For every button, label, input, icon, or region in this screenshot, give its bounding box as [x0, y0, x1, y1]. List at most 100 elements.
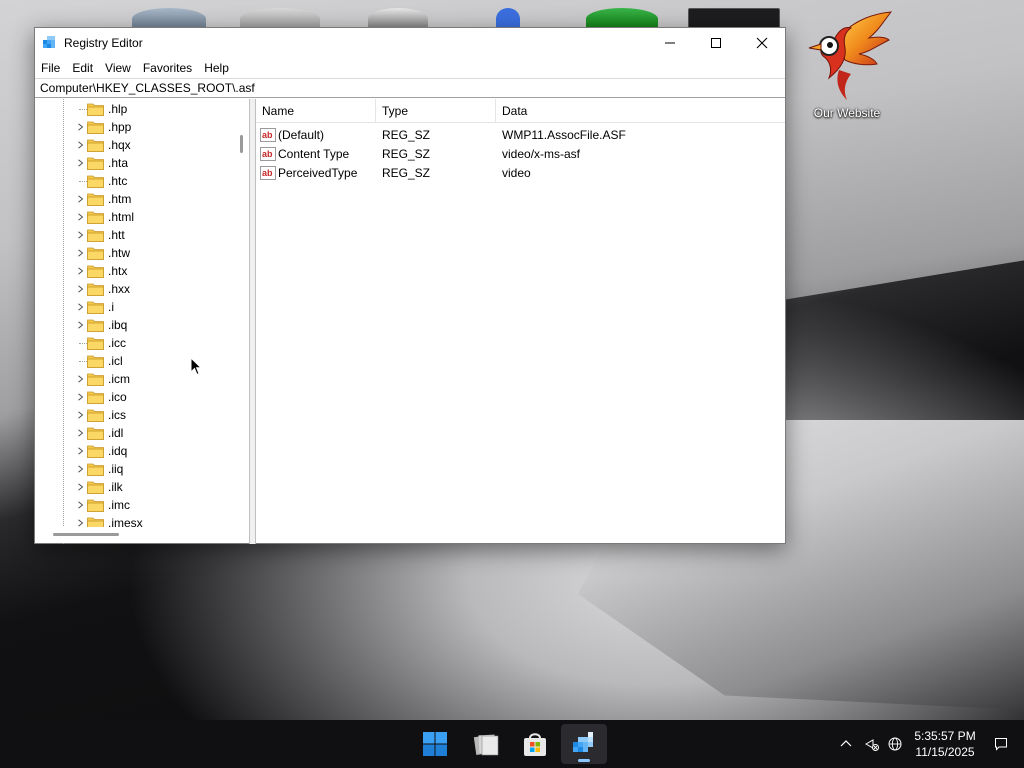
tree-item-label: .htt [108, 228, 125, 242]
expand-chevron-icon[interactable] [75, 136, 85, 154]
mouse-cursor-icon [190, 357, 202, 376]
value-name: (Default) [278, 127, 325, 142]
tree-item-label: .html [108, 210, 135, 224]
tree-item[interactable]: .ibq [35, 316, 235, 334]
notification-center-button[interactable] [990, 720, 1012, 768]
tree-item[interactable]: .htc [35, 172, 235, 190]
tree-item-label: .ibq [108, 318, 128, 332]
key-tree-pane[interactable]: .hlp .hpp .hqx .hta .htc .htm .html .htt .htw .ht… [35, 99, 250, 544]
tree-item[interactable]: .hqx [35, 136, 235, 154]
expand-chevron-icon[interactable] [75, 280, 85, 298]
tree-item[interactable]: .icc [35, 334, 235, 352]
tree-item[interactable]: .ics [35, 406, 235, 424]
title-bar[interactable]: Registry Editor [35, 28, 785, 58]
value-row[interactable]: ab Content Type REG_SZ video/x-ms-asf [256, 144, 785, 163]
clock-time: 5:35:57 PM [914, 729, 976, 743]
tree-item[interactable]: .idl [35, 424, 235, 442]
expand-chevron-icon[interactable] [75, 424, 85, 442]
value-name: Content Type [278, 146, 350, 161]
tree-item[interactable]: .imc [35, 496, 235, 514]
svg-text:ab: ab [262, 130, 273, 140]
expand-chevron-icon[interactable] [75, 298, 85, 316]
folder-icon [87, 121, 104, 134]
tree-item[interactable]: .htx [35, 262, 235, 280]
tree-item[interactable]: .html [35, 208, 235, 226]
menu-view[interactable]: View [99, 58, 137, 78]
tree-item[interactable]: .ilk [35, 478, 235, 496]
expand-chevron-icon[interactable] [75, 406, 85, 424]
expand-chevron-icon[interactable] [75, 496, 85, 514]
tree-item[interactable]: .hxx [35, 280, 235, 298]
tree-connector [79, 181, 87, 182]
menu-file[interactable]: File [35, 58, 66, 78]
tree-item-label: .icl [108, 354, 123, 368]
menu-favorites[interactable]: Favorites [137, 58, 198, 78]
close-button[interactable] [739, 28, 785, 58]
language-indicator[interactable] [884, 720, 906, 768]
folder-icon [87, 103, 104, 116]
expand-chevron-icon[interactable] [75, 460, 85, 478]
tree-item[interactable]: .ico [35, 388, 235, 406]
expand-chevron-icon[interactable] [75, 442, 85, 460]
values-list-pane[interactable]: Name Type Data ab (Default) REG_SZ WMP11… [256, 99, 785, 544]
expand-chevron-icon[interactable] [75, 190, 85, 208]
menu-help[interactable]: Help [198, 58, 235, 78]
taskbar-registry-editor[interactable] [561, 724, 607, 764]
tree-item[interactable]: .htw [35, 244, 235, 262]
taskbar: 5:35:57 PM 11/15/2025 [0, 720, 1024, 768]
tree-horizontal-scrollbar[interactable] [35, 527, 235, 543]
file-explorer-icon [473, 734, 499, 756]
scrollbar-thumb[interactable] [53, 533, 119, 536]
expand-chevron-icon[interactable] [75, 244, 85, 262]
tree-item[interactable]: .icl [35, 352, 235, 370]
tree-item[interactable]: .idq [35, 442, 235, 460]
tree-item[interactable]: .iiq [35, 460, 235, 478]
expand-chevron-icon[interactable] [75, 154, 85, 172]
taskbar-clock[interactable]: 5:35:57 PM 11/15/2025 [906, 720, 984, 768]
tree-item[interactable]: .hlp [35, 100, 235, 118]
start-button[interactable] [412, 724, 458, 764]
value-data: video [502, 165, 531, 180]
tree-item[interactable]: .hpp [35, 118, 235, 136]
scrollbar-thumb[interactable] [240, 135, 243, 153]
taskbar-file-explorer[interactable] [463, 724, 509, 764]
close-icon [756, 37, 768, 49]
tree-item-label: .imc [108, 498, 130, 512]
tree-item[interactable]: .hta [35, 154, 235, 172]
folder-icon [87, 283, 104, 296]
tree-item-label: .hqx [108, 138, 131, 152]
expand-chevron-icon[interactable] [75, 262, 85, 280]
folder-icon [87, 319, 104, 332]
value-data: WMP11.AssocFile.ASF [502, 127, 626, 142]
expand-chevron-icon[interactable] [75, 226, 85, 244]
value-name: PerceivedType [278, 165, 358, 180]
tree-vertical-scrollbar[interactable] [235, 99, 249, 527]
menu-edit[interactable]: Edit [66, 58, 99, 78]
expand-chevron-icon[interactable] [75, 118, 85, 136]
registry-editor-icon [43, 36, 55, 48]
column-header-type[interactable]: Type [376, 99, 496, 123]
tree-item[interactable]: .i [35, 298, 235, 316]
expand-chevron-icon[interactable] [75, 316, 85, 334]
column-header-data[interactable]: Data [496, 99, 785, 123]
tree-item[interactable]: .htm [35, 190, 235, 208]
column-header-name[interactable]: Name [256, 99, 376, 123]
tree-item[interactable]: .htt [35, 226, 235, 244]
value-row[interactable]: ab (Default) REG_SZ WMP11.AssocFile.ASF [256, 125, 785, 144]
address-bar[interactable]: Computer\HKEY_CLASSES_ROOT\.asf [35, 78, 785, 98]
tree-item[interactable]: .icm [35, 370, 235, 388]
folder-icon [87, 247, 104, 260]
tree-item-label: .htx [108, 264, 128, 278]
expand-chevron-icon[interactable] [75, 208, 85, 226]
desktop-shortcut-our-website[interactable]: Our Website [800, 8, 894, 124]
value-row[interactable]: ab PerceivedType REG_SZ video [256, 163, 785, 182]
minimize-button[interactable] [647, 28, 693, 58]
show-hidden-icons-button[interactable] [838, 720, 854, 768]
maximize-button[interactable] [693, 28, 739, 58]
network-status[interactable] [862, 720, 882, 768]
expand-chevron-icon[interactable] [75, 388, 85, 406]
value-name-cell: ab PerceivedType [256, 165, 376, 180]
expand-chevron-icon[interactable] [75, 370, 85, 388]
expand-chevron-icon[interactable] [75, 478, 85, 496]
taskbar-microsoft-store[interactable] [512, 724, 558, 764]
